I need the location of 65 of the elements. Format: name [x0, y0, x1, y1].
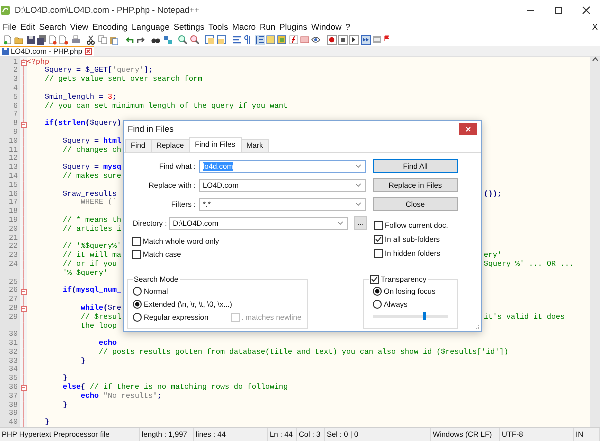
radio-button[interactable] — [133, 313, 142, 322]
chevron-down-icon[interactable] — [337, 220, 344, 226]
window-pair-icon[interactable] — [205, 35, 216, 45]
zoom-out-icon[interactable] — [190, 35, 200, 45]
close-button[interactable] — [459, 123, 477, 135]
indent-lines-icon[interactable] — [254, 35, 265, 45]
printer-icon[interactable] — [70, 35, 81, 45]
text-lines-icon[interactable] — [232, 35, 242, 45]
menu-item[interactable]: Plugins — [278, 22, 310, 32]
record-icon[interactable] — [326, 35, 337, 45]
menu-item[interactable]: ? — [344, 22, 352, 32]
resize-grip-icon[interactable] — [474, 324, 480, 330]
close-icon — [466, 126, 470, 132]
menu-item[interactable]: Settings — [172, 22, 207, 32]
checkbox[interactable] — [374, 234, 383, 244]
scrollbar[interactable] — [590, 57, 600, 427]
menu-item[interactable]: Tools — [206, 22, 230, 32]
close-icon[interactable] — [582, 6, 590, 14]
window-pair-icon[interactable] — [216, 35, 227, 45]
menu-item[interactable]: Language — [130, 22, 172, 32]
radio-button[interactable] — [373, 300, 382, 309]
play-icon[interactable] — [349, 35, 360, 45]
checkbox[interactable] — [132, 237, 141, 246]
note-icon[interactable] — [266, 35, 276, 45]
function-icon[interactable] — [288, 35, 299, 45]
radio-button[interactable] — [373, 287, 382, 296]
stop-icon[interactable] — [338, 35, 348, 45]
floppies-icon[interactable] — [36, 35, 47, 45]
menu-item[interactable]: Macro — [230, 22, 258, 32]
redo-arrow-icon[interactable] — [136, 35, 146, 45]
undo-arrow-icon[interactable] — [124, 35, 135, 45]
chevron-down-icon[interactable] — [355, 182, 362, 188]
checkbox[interactable] — [132, 250, 141, 259]
floppy-icon[interactable] — [26, 35, 36, 45]
dialog-title: Find in Files — [128, 124, 175, 134]
menu-item[interactable]: Window — [310, 22, 344, 32]
checkbox[interactable] — [370, 275, 379, 284]
slider-thumb[interactable] — [422, 312, 426, 320]
menu-item[interactable]: Run — [258, 22, 278, 32]
chevron-down-icon[interactable] — [355, 164, 362, 168]
find-replace-icon[interactable] — [162, 35, 173, 45]
window-title: D:\LO4D.com\LO4D.com - PHP.php - Notepad++ — [15, 5, 200, 15]
new-file-icon[interactable] — [3, 35, 13, 45]
clipboard-icon[interactable] — [108, 35, 119, 45]
close-files-icon[interactable] — [59, 35, 70, 45]
menu-item[interactable]: Search — [37, 22, 68, 32]
fast-forward-icon[interactable] — [360, 35, 371, 45]
radio-button[interactable] — [133, 287, 142, 296]
menu-item[interactable]: View — [68, 22, 91, 32]
zoom-in-icon[interactable] — [178, 35, 188, 45]
checkbox[interactable] — [374, 220, 383, 230]
scissors-icon[interactable] — [86, 35, 96, 45]
checkbox[interactable] — [374, 248, 383, 258]
close-document-button[interactable]: X — [590, 22, 600, 32]
close-file-icon[interactable] — [48, 35, 58, 45]
maximize-icon[interactable] — [554, 6, 562, 14]
eye-icon[interactable] — [311, 35, 322, 45]
picture-icon[interactable] — [277, 35, 288, 45]
chevron-down-icon[interactable] — [355, 202, 362, 206]
radio-button[interactable] — [133, 300, 142, 309]
menu-item[interactable]: Edit — [18, 22, 38, 32]
floppy-icon — [2, 48, 9, 55]
menu-item[interactable]: Encoding — [90, 22, 130, 32]
pilcrow-icon[interactable] — [243, 35, 254, 45]
menu-item[interactable]: File — [1, 22, 19, 32]
